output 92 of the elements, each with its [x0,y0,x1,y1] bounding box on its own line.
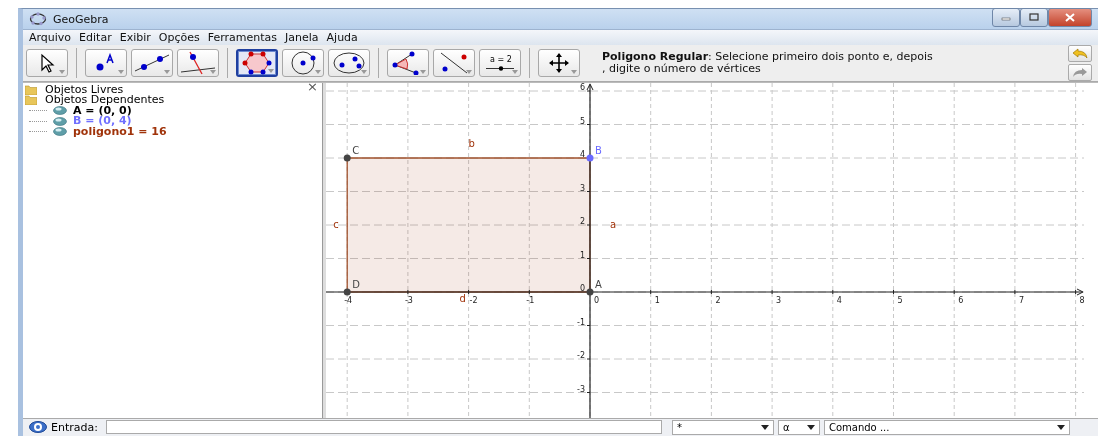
point-label: D [352,278,360,290]
menu-item[interactable]: Opções [154,30,204,44]
y-tick-label: 3 [579,183,585,193]
point[interactable] [343,288,351,296]
segment-label: d [459,292,466,304]
ellipse-icon [333,50,365,75]
caret-icon [760,424,769,430]
y-tick-label: -2 [577,350,585,360]
visibility-dot-icon [53,116,67,126]
y-tick-label: 2 [579,216,585,226]
tool-button[interactable] [85,48,127,77]
x-tick-label: -4 [344,295,353,305]
close-panel-button[interactable]: × [307,81,318,93]
y-tick-label: 4 [579,149,585,159]
circle-icon [288,50,318,75]
point-label: C [352,144,360,156]
x-tick-label: 8 [1079,295,1084,305]
move-arrows-icon [548,51,570,74]
point-label: A [595,278,602,290]
folder-label[interactable]: Objetos Dependentes [45,95,165,106]
input-field[interactable] [105,420,662,435]
folder-icon [25,84,37,95]
segment-label: a [610,218,617,230]
point[interactable] [586,288,594,296]
help-icon [29,421,47,434]
menu-item[interactable]: Janela [281,30,323,44]
close-button[interactable] [1048,7,1092,27]
tool-button[interactable] [282,48,324,77]
slider-label: a = 2 [490,54,512,64]
rectangle-polygon[interactable] [346,157,591,293]
x-tick-label: 6 [958,295,964,305]
tool-button[interactable] [131,48,173,77]
tool-button[interactable] [177,48,219,77]
x-tick-label: 7 [1018,295,1024,305]
folder-label[interactable]: Objetos Livres [45,84,124,96]
greek-dropdown[interactable]: α [777,419,820,435]
point[interactable] [586,154,594,162]
y-tick-label: 1 [579,250,585,260]
tool-button[interactable] [433,48,475,77]
menu-item[interactable]: Exibir [115,30,155,44]
y-tick-label: 6 [579,82,585,92]
window-title: GeoGebra [53,12,109,26]
x-tick-label: -2 [469,295,478,305]
polygon-icon [242,50,272,75]
perpendicular-line-icon [180,50,216,75]
x-tick-label: 3 [776,295,782,305]
x-tick-label: 2 [715,295,721,305]
redo-button[interactable] [1068,63,1092,81]
tool-help-text: Poligono Regular: Selecione primeiro dois ponto e, depois [602,50,934,63]
y-tick-label: 0 [579,283,585,293]
tool-button[interactable] [26,48,68,77]
menu-item[interactable]: Ajuda [322,30,362,44]
visibility-dot-icon [53,127,67,137]
folder-icon [25,95,37,106]
menu-item[interactable]: Editar [75,30,116,44]
symbol-dropdown[interactable]: * [671,419,774,435]
minimize-button[interactable] [992,7,1020,27]
geogebra-logo-icon [29,12,47,27]
tool-button[interactable] [538,48,580,77]
x-tick-label: -3 [404,295,413,305]
tool-button[interactable] [387,48,429,77]
algebra-object[interactable]: poligono1 = 16 [73,126,167,138]
x-tick-label: 0 [594,295,600,305]
maximize-icon [1029,13,1039,22]
menu-item[interactable]: Ferramentas [203,30,281,44]
segment-label: b [468,137,475,149]
tool-button[interactable] [328,48,370,77]
redo-arrow-icon [1072,66,1088,78]
point[interactable] [343,154,351,162]
y-tick-label: -1 [577,317,585,327]
tool-button[interactable] [236,48,278,77]
x-tick-label: 4 [836,295,842,305]
caret-icon [1056,424,1065,430]
undo-arrow-icon [1072,47,1088,59]
tool-button[interactable]: a = 2 [479,48,521,77]
x-tick-label: -1 [526,295,535,305]
close-icon [1065,12,1075,22]
x-tick-label: 5 [897,295,903,305]
input-label: Entrada: [51,420,98,434]
menu-item[interactable]: Arquivo [25,30,76,44]
segment-label: c [333,218,339,230]
maximize-button[interactable] [1020,7,1048,27]
x-tick-label: 1 [654,295,660,305]
y-tick-label: -3 [577,384,585,394]
algebra-object[interactable]: B = (0, 4) [73,116,132,127]
visibility-dot-icon [53,106,67,116]
slider-icon [486,66,514,72]
tool-help-text: , digite o número de vértices [602,62,762,75]
caret-icon [806,424,815,430]
command-dropdown[interactable]: Comando ... [823,419,1070,435]
y-tick-label: 5 [579,116,585,126]
point-label: B [595,144,602,156]
